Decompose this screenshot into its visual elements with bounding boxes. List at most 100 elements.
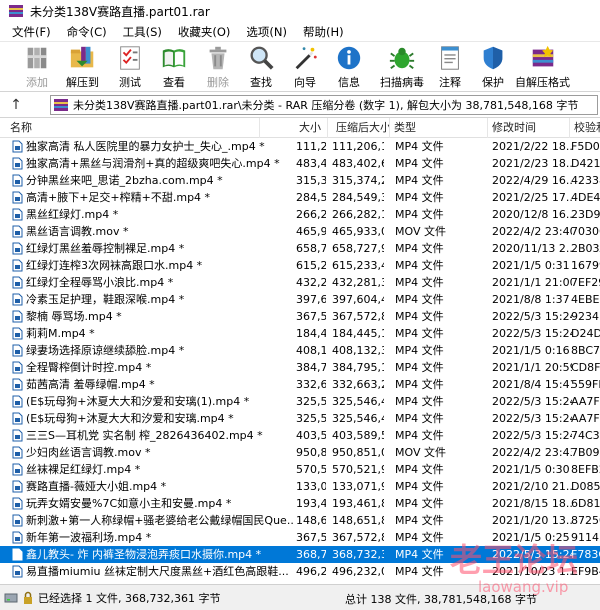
view-button[interactable]: 查看: [159, 44, 189, 90]
add-label: 添加: [26, 76, 48, 89]
file-packed-size: 403,589,5...: [332, 429, 384, 442]
menu-options[interactable]: 选项(N): [238, 24, 295, 40]
menu-tools[interactable]: 工具(S): [115, 24, 170, 40]
table-row[interactable]: (E$玩母狗+沐夏大大和汐爱和安璃.mp4 * 325,546,4... 325,5…: [0, 410, 600, 427]
col-crc[interactable]: 校验和: [570, 118, 600, 138]
file-packed-size: 570,521,9...: [332, 463, 384, 476]
table-row[interactable]: 绿妻场选择原谅继续舔脸.mp4 * 408,132,3... 408,132,3..…: [0, 342, 600, 359]
file-packed-size: 367,572,8...: [332, 531, 384, 544]
video-file-icon: [12, 344, 23, 357]
file-name: 黎楠 辱骂场.mp4 *: [26, 310, 122, 323]
comment-button[interactable]: 注释: [435, 44, 465, 90]
table-row[interactable]: 少妇肉丝语言调教.mov * 950,851,0... 950,851,0... MO…: [0, 444, 600, 461]
table-row[interactable]: 分钟黑丝来吧_思诺_2bzha.com.mp4 * 315,374,2... 315…: [0, 172, 600, 189]
file-name-cell: 莉莉M.mp4 *: [12, 325, 294, 342]
delete-button[interactable]: 删除: [203, 44, 233, 90]
file-name-cell: 黑丝红绿灯.mp4 *: [12, 206, 294, 223]
file-name: 三三S—耳机党 实名制 榨_2826436402.mp4 *: [26, 429, 263, 442]
table-row[interactable]: 红绿灯黑丝羞辱控制裸足.mp4 * 658,727,9... 658,727,9..…: [0, 240, 600, 257]
file-crc: 70306: [571, 225, 600, 238]
file-packed-size: 367,572,8...: [332, 310, 384, 323]
file-type: MP4 文件: [395, 157, 444, 170]
file-type: MP4 文件: [395, 361, 444, 374]
magnifier-icon: [250, 46, 274, 70]
file-modified: 2021/2/10 21...: [492, 480, 572, 493]
menu-help[interactable]: 帮助(H): [295, 24, 352, 40]
table-row[interactable]: 三三S—耳机党 实名制 榨_2826436402.mp4 * 403,589,5.…: [0, 427, 600, 444]
scan-virus-label: 扫描病毒: [380, 76, 424, 89]
table-row[interactable]: 高清+腋下+足交+榨精+不甜.mp4 * 284,549,3... 284,549,…: [0, 189, 600, 206]
menu-commands[interactable]: 命令(C): [59, 24, 115, 40]
file-modified: 2021/8/15 18...: [492, 497, 572, 510]
menu-file[interactable]: 文件(F): [4, 24, 59, 40]
file-name-cell: 独家高清+黑丝与润滑剂+真的超级爽吧失心.mp4 *: [12, 155, 294, 172]
book-view-icon: [162, 49, 186, 68]
table-row[interactable]: 红绿灯全程辱骂小浪比.mp4 * 432,281,3... 432,281,3...…: [0, 274, 600, 291]
table-row[interactable]: 全程臀榨倒计时控.mp4 * 384,795,1... 384,795,1... MP…: [0, 359, 600, 376]
selection-summary: 已经选择 1 文件, 368,732,361 字节: [38, 592, 221, 605]
file-packed-size: 133,071,9...: [332, 480, 384, 493]
file-modified: 2021/1/1 21:00: [492, 276, 572, 289]
table-row[interactable]: 莉莉M.mp4 * 184,445,1... 184,445,1... MP4 文件 2…: [0, 325, 600, 342]
file-type: MP4 文件: [395, 412, 444, 425]
info-button[interactable]: 信息: [334, 44, 364, 90]
file-crc: 74C36: [571, 429, 600, 442]
disk-icon: [4, 593, 18, 603]
file-modified: 2021/1/5 0:30: [492, 463, 570, 476]
file-packed-size: 284,549,3...: [332, 191, 384, 204]
menu-favorites[interactable]: 收藏夹(O): [170, 24, 239, 40]
file-size: 658,727,9...: [296, 242, 326, 255]
table-row[interactable]: 黑丝红绿灯.mp4 * 266,282,1... 266,282,1... MP4 文…: [0, 206, 600, 223]
col-packed[interactable]: 压缩后大小: [328, 118, 390, 138]
file-size: 432,281,3...: [296, 276, 326, 289]
scan-virus-button[interactable]: 扫描病毒: [380, 44, 424, 90]
table-row[interactable]: 新刺激+第一人称绿帽+骚老婆给老公戴绿帽国民Que...148,651,8...…: [0, 512, 600, 529]
file-name-cell: 高清+腋下+足交+榨精+不甜.mp4 *: [12, 189, 294, 206]
col-type[interactable]: 类型: [390, 118, 488, 138]
add-button[interactable]: 添加: [22, 44, 52, 90]
find-button[interactable]: 查找: [246, 44, 276, 90]
window-title: 未分类138V赛路直播.part01.rar: [30, 4, 210, 19]
table-row[interactable]: 茹茜高清 羞辱绿帽.mp4 * 332,663,2... 332,663,2... M…: [0, 376, 600, 393]
table-row[interactable]: 玩弄女婿安曼%7C如意小主和安曼.mp4 * 193,461,8... 193,46…: [0, 495, 600, 512]
file-modified: 2022/4/2 23:40: [492, 225, 572, 238]
col-name[interactable]: 名称: [0, 118, 260, 138]
file-crc: D24D5: [571, 327, 600, 340]
test-button[interactable]: 测试: [115, 44, 145, 90]
file-crc: 6D812: [571, 497, 600, 510]
file-name-cell: 易直播miumiu 丝袜定制大尺度黑丝+酒红色高跟鞋...: [12, 563, 294, 580]
path-field[interactable]: 未分类138V赛路直播.part01.rar\未分类 - RAR 压缩分卷 (数…: [50, 95, 598, 115]
file-size: 384,795,1...: [296, 361, 326, 374]
video-file-icon: [12, 191, 23, 204]
address-bar: ↑ 未分类138V赛路直播.part01.rar\未分类 - RAR 压缩分卷 …: [0, 92, 600, 118]
table-row[interactable]: 丝袜裸足红绿灯.mp4 * 570,521,9... 570,521,9... MP4…: [0, 461, 600, 478]
file-packed-size: 325,546,4...: [332, 412, 384, 425]
file-crc: 8BC76: [571, 344, 600, 357]
file-size: 397,604,4...: [296, 293, 326, 306]
table-row[interactable]: 独家高清 私人医院里的暴力女护士_失心_.mp4 * 111,206,1... 11…: [0, 138, 600, 155]
col-modified[interactable]: 修改时间: [488, 118, 570, 138]
file-name: 易直播miumiu 丝袜定制大尺度黑丝+酒红色高跟鞋...: [26, 565, 289, 578]
file-size: 184,445,1...: [296, 327, 326, 340]
table-row[interactable]: 黎楠 辱骂场.mp4 * 367,572,8... 367,572,8... MP4 …: [0, 308, 600, 325]
table-row[interactable]: 黑丝语言调教.mov * 465,933,0... 465,933,0... MOV …: [0, 223, 600, 240]
protect-label: 保护: [482, 76, 504, 89]
table-row[interactable]: 赛路直播-薇娅大小姐.mp4 * 133,071,9... 133,071,9...…: [0, 478, 600, 495]
file-packed-size: 315,374,2...: [332, 174, 384, 187]
file-type: MP4 文件: [395, 344, 444, 357]
file-name-cell: 三三S—耳机党 实名制 榨_2826436402.mp4 *: [12, 427, 294, 444]
table-row[interactable]: 冷素玉足护理，鞋跟深喉.mp4 * 397,604,4... 397,604,4..…: [0, 291, 600, 308]
extract-to-button[interactable]: 解压到: [66, 44, 99, 90]
col-size[interactable]: 大小: [260, 118, 328, 138]
file-size: 111,206,1...: [296, 140, 326, 153]
file-size: 133,071,9...: [296, 480, 326, 493]
protect-button[interactable]: 保护: [478, 44, 508, 90]
wizard-button[interactable]: 向导: [290, 44, 320, 90]
table-row[interactable]: (E$玩母狗+沐夏大大和汐爱和安璃(1).mp4 * 325,546,4... 32…: [0, 393, 600, 410]
file-size: 266,282,1...: [296, 208, 326, 221]
up-folder-button[interactable]: ↑: [0, 92, 32, 118]
table-row[interactable]: 独家高清+黑丝与润滑剂+真的超级爽吧失心.mp4 * 483,402,6... 48…: [0, 155, 600, 172]
sfx-button[interactable]: 自解压格式: [515, 44, 570, 90]
table-row[interactable]: 红绿灯连榨3次网袜高跟口水.mp4 * 615,233,4... 615,233,4…: [0, 257, 600, 274]
file-name: 独家高清 私人医院里的暴力女护士_失心_.mp4 *: [26, 140, 265, 153]
